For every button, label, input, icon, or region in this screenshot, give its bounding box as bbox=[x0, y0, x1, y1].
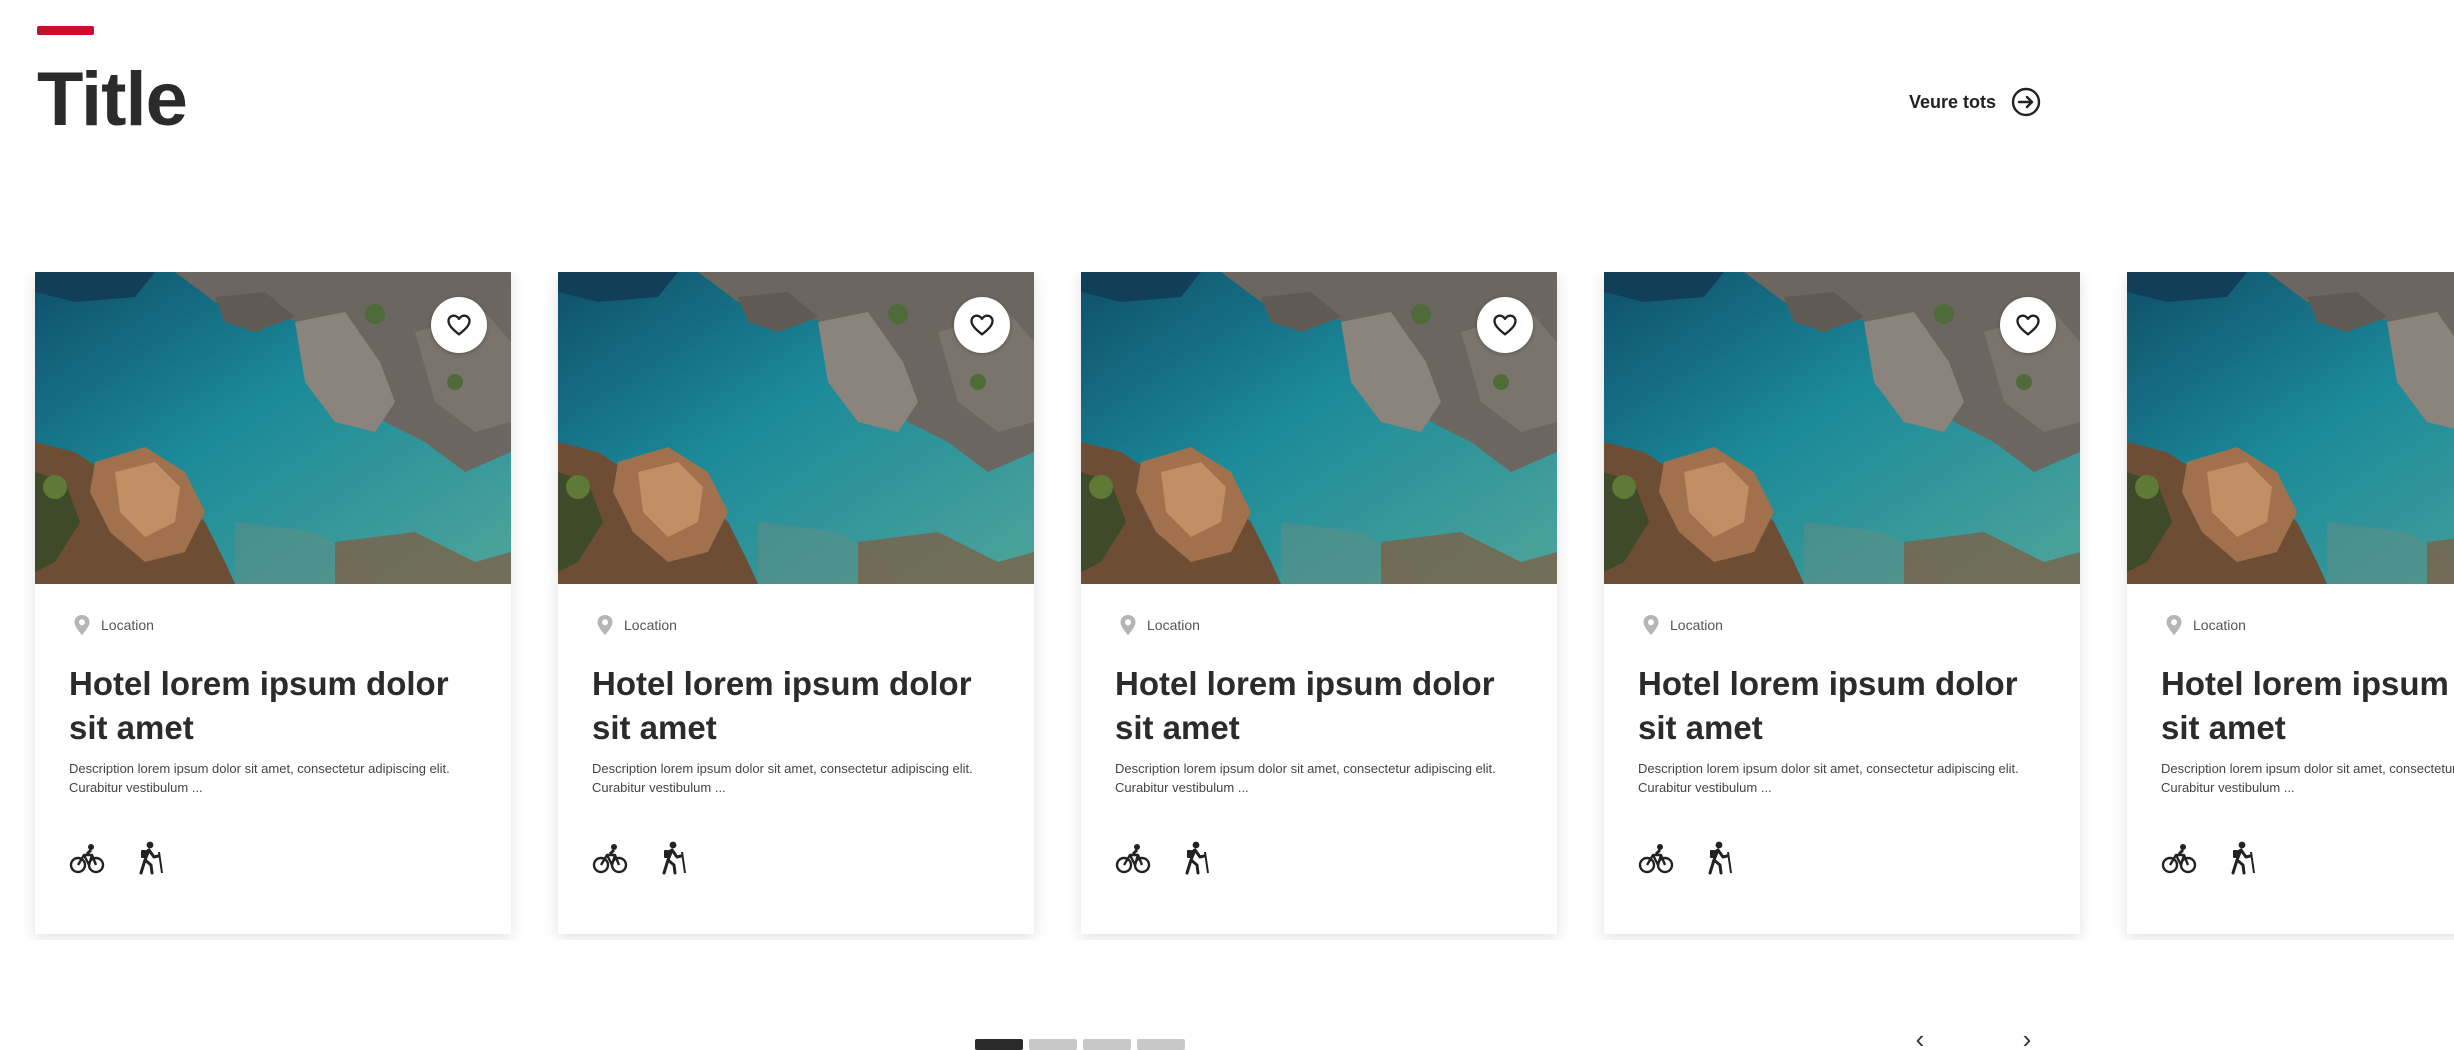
arrow-right-circle-icon bbox=[2011, 87, 2041, 117]
card-activities bbox=[1638, 840, 1736, 876]
location-label: Location bbox=[101, 617, 154, 633]
card-title[interactable]: Hotel lorem ipsum dolor sit amet bbox=[592, 662, 1012, 750]
hotel-card[interactable]: Location Hotel lorem ipsum dolor sit ame… bbox=[1604, 272, 2080, 934]
card-activities bbox=[69, 840, 167, 876]
card-title[interactable]: Hotel lorem ipsum dolor sit amet bbox=[69, 662, 489, 750]
bicycle-icon bbox=[69, 844, 105, 874]
carousel-section: Title Veure tots Location Hotel lorem ip… bbox=[0, 0, 2454, 1050]
heart-icon bbox=[2016, 314, 2040, 336]
card-activities bbox=[592, 840, 690, 876]
chevron-left-icon: ‹ bbox=[1915, 1023, 1925, 1050]
card-location: Location bbox=[2165, 614, 2246, 636]
card-title[interactable]: Hotel lorem ipsum dolor sit amet bbox=[1115, 662, 1535, 750]
pagination-dot[interactable] bbox=[1083, 1039, 1131, 1050]
location-label: Location bbox=[1670, 617, 1723, 633]
bicycle-icon bbox=[592, 844, 628, 874]
card-description: Description lorem ipsum dolor sit amet, … bbox=[2161, 761, 2454, 795]
bicycle-icon bbox=[1638, 844, 1674, 874]
coastline-photo bbox=[2127, 272, 2454, 584]
hotel-card[interactable]: Location Hotel lorem ipsum dolor sit ame… bbox=[1081, 272, 1557, 934]
card-description: Description lorem ipsum dolor sit amet, … bbox=[1638, 761, 2019, 795]
hotel-card[interactable]: Location Hotel lorem ipsum dolor sit ame… bbox=[2127, 272, 2454, 934]
carousel-prev-button[interactable]: ‹ bbox=[1905, 1024, 1935, 1050]
chevron-right-icon: › bbox=[2022, 1023, 2032, 1050]
card-activities bbox=[1115, 840, 1213, 876]
location-label: Location bbox=[624, 617, 677, 633]
location-pin-icon bbox=[597, 615, 613, 635]
favorite-button[interactable] bbox=[2000, 297, 2056, 353]
hotel-card[interactable]: Location Hotel lorem ipsum dolor sit ame… bbox=[558, 272, 1034, 934]
card-location: Location bbox=[73, 614, 154, 636]
heart-icon bbox=[447, 314, 471, 336]
hiking-icon bbox=[2231, 841, 2255, 875]
title-accent-bar bbox=[37, 26, 94, 35]
hiking-icon bbox=[139, 841, 163, 875]
see-all-link[interactable]: Veure tots bbox=[1909, 86, 2042, 118]
card-description: Description lorem ipsum dolor sit amet, … bbox=[592, 761, 973, 795]
hiking-icon bbox=[1185, 841, 1209, 875]
hiking-icon bbox=[662, 841, 686, 875]
card-activities bbox=[2161, 840, 2259, 876]
favorite-button[interactable] bbox=[954, 297, 1010, 353]
bicycle-icon bbox=[2161, 844, 2197, 874]
carousel-next-button[interactable]: › bbox=[2012, 1024, 2042, 1050]
heart-icon bbox=[1493, 314, 1517, 336]
section-title: Title bbox=[37, 57, 188, 142]
card-description: Description lorem ipsum dolor sit amet, … bbox=[69, 761, 450, 795]
location-label: Location bbox=[2193, 617, 2246, 633]
cards-track: Location Hotel lorem ipsum dolor sit ame… bbox=[0, 272, 2454, 940]
card-location: Location bbox=[1642, 614, 1723, 636]
favorite-button[interactable] bbox=[431, 297, 487, 353]
pagination-dot[interactable] bbox=[975, 1039, 1023, 1050]
pagination-dot[interactable] bbox=[1029, 1039, 1077, 1050]
location-pin-icon bbox=[74, 615, 90, 635]
location-pin-icon bbox=[2166, 615, 2182, 635]
bicycle-icon bbox=[1115, 844, 1151, 874]
location-pin-icon bbox=[1643, 615, 1659, 635]
hotel-card[interactable]: Location Hotel lorem ipsum dolor sit ame… bbox=[35, 272, 511, 934]
see-all-label: Veure tots bbox=[1909, 91, 1997, 112]
hiking-icon bbox=[1708, 841, 1732, 875]
card-title[interactable]: Hotel lorem ipsum dolor sit amet bbox=[2161, 662, 2454, 750]
carousel-pagination bbox=[975, 1039, 1185, 1050]
card-location: Location bbox=[1119, 614, 1200, 636]
card-description: Description lorem ipsum dolor sit amet, … bbox=[1115, 761, 1496, 795]
heart-icon bbox=[970, 314, 994, 336]
location-pin-icon bbox=[1120, 615, 1136, 635]
location-label: Location bbox=[1147, 617, 1200, 633]
favorite-button[interactable] bbox=[1477, 297, 1533, 353]
pagination-dot[interactable] bbox=[1137, 1039, 1185, 1050]
card-location: Location bbox=[596, 614, 677, 636]
card-title[interactable]: Hotel lorem ipsum dolor sit amet bbox=[1638, 662, 2058, 750]
